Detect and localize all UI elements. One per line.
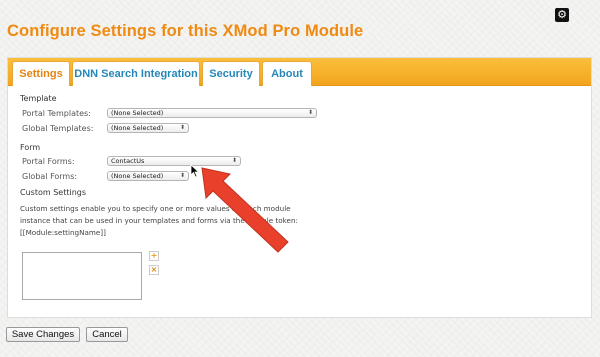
global-templates-value: (None Selected) [111, 124, 164, 132]
mouse-cursor-icon [190, 164, 200, 178]
cancel-button[interactable]: Cancel [86, 327, 128, 342]
tab-dnn-search-integration[interactable]: DNN Search Integration [72, 61, 200, 86]
tab-settings[interactable]: Settings [12, 61, 70, 86]
tab-bar: Settings DNN Search Integration Security… [8, 58, 591, 86]
portal-templates-select[interactable]: (None Selected) ⬍ [107, 108, 317, 118]
custom-settings-textarea[interactable] [22, 252, 142, 300]
portal-forms-value: ContactUs [111, 157, 145, 165]
chevron-updown-icon: ⬍ [179, 124, 185, 131]
portal-templates-value: (None Selected) [111, 109, 164, 117]
custom-settings-heading: Custom Settings [20, 188, 87, 197]
global-forms-select[interactable]: (None Selected) ⬍ [107, 171, 189, 181]
plus-icon: + [150, 251, 158, 260]
global-forms-label: Global Forms: [22, 172, 78, 181]
template-heading: Template [20, 94, 57, 103]
global-forms-value: (None Selected) [111, 172, 164, 180]
arrow-shape [201, 167, 289, 253]
x-icon: × [150, 265, 158, 274]
add-setting-button[interactable]: + [149, 251, 159, 261]
tab-security[interactable]: Security [202, 61, 260, 86]
cursor-shape [190, 164, 200, 178]
portal-templates-label: Portal Templates: [22, 109, 91, 118]
annotation-arrow-icon [201, 167, 289, 253]
portal-forms-label: Portal Forms: [22, 157, 75, 166]
chevron-updown-icon: ⬍ [179, 172, 185, 179]
global-templates-select[interactable]: (None Selected) ⬍ [107, 123, 189, 133]
save-changes-button[interactable]: Save Changes [6, 327, 80, 342]
chevron-updown-icon: ⬍ [307, 109, 313, 116]
remove-setting-button[interactable]: × [149, 265, 159, 275]
tab-about[interactable]: About [262, 61, 312, 86]
settings-gear-icon[interactable]: ⚙ [555, 8, 569, 22]
global-templates-label: Global Templates: [22, 124, 94, 133]
form-heading: Form [20, 143, 41, 152]
page-title: Configure Settings for this XMod Pro Mod… [7, 22, 364, 40]
